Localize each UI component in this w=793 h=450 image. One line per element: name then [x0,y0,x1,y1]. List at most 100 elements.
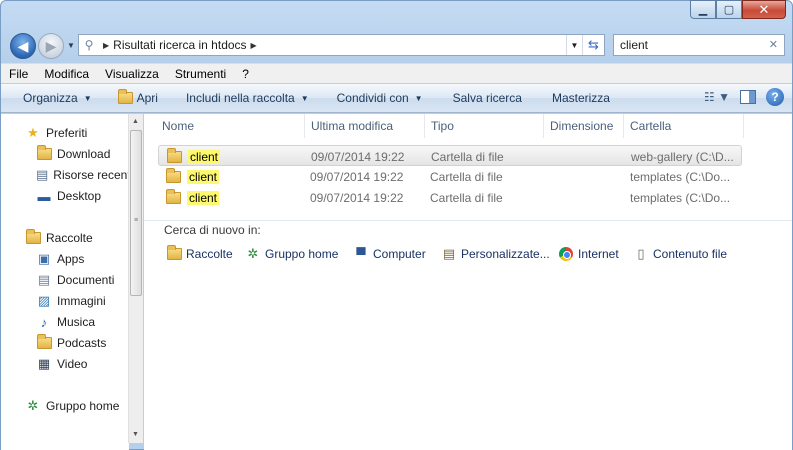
column-headers: Nome Ultima modifica Tipo Dimensione Car… [144,114,792,138]
column-header-name[interactable]: Nome [156,114,305,138]
navigation-pane-scrollbar[interactable]: ▲ ≡ ▼ [128,114,143,443]
search-again-custom[interactable]: ▤ Personalizzate... [441,244,550,264]
homegroup-icon: ✲ [247,246,259,261]
include-label: Includi nella raccolta [185,91,295,105]
nav-libraries-label: Raccolte [46,231,93,245]
search-input[interactable]: client [620,38,648,52]
search-again-libraries[interactable]: Raccolte [166,244,233,264]
menu-tools[interactable]: Strumenti [167,67,234,81]
chrome-icon [558,246,574,262]
column-header-folder[interactable]: Cartella [624,114,744,138]
nav-libraries[interactable]: Raccolte [1,228,129,248]
maximize-button[interactable]: ▢ [716,0,742,19]
star-icon: ★ [27,125,39,140]
save-search-button[interactable]: Salva ricerca [443,91,532,105]
row-name-cell: client [166,166,306,187]
libraries-icon [25,229,41,246]
menu-edit[interactable]: Modifica [36,67,97,81]
forward-button[interactable]: ▶ [38,33,64,59]
address-bar[interactable]: ⚲ ▶ Risultati ricerca in htdocs ▶ ▼ ⇆ [78,34,605,56]
nav-item-download[interactable]: Download [1,144,129,164]
search-again-internet[interactable]: Internet [558,244,619,264]
homegroup-icon: ✲ [27,398,39,413]
nav-item-video[interactable]: ▦ Video [1,354,129,374]
nav-item-desktop[interactable]: ▬ Desktop [1,186,129,206]
menu-help[interactable]: ? [234,67,257,81]
row-name-cell: client [166,187,306,208]
folder-icon [166,188,181,204]
breadcrumb-search-results[interactable]: Risultati ricerca in htdocs [113,38,246,52]
refresh-icon[interactable]: ⇆ [582,35,604,55]
nav-item-apps[interactable]: ▣ Apps [1,249,129,269]
open-button[interactable]: Apri [108,89,168,105]
nav-item-label: Documenti [57,273,115,287]
column-header-type[interactable]: Tipo [425,114,544,138]
search-again-file-contents[interactable]: ▯ Contenuto file [633,244,727,264]
nav-item-recent[interactable]: ▤ Risorse recenti [1,165,129,185]
breadcrumb-separator-icon[interactable]: ▶ [103,41,109,50]
caption-buttons: ▁ ▢ ✕ [690,0,786,20]
search-again-computer[interactable]: ▀ Computer [353,244,425,264]
scroll-up-icon[interactable]: ▲ [132,118,139,125]
address-history-dropdown[interactable]: ▼ [566,35,582,55]
podcasts-folder-icon [36,334,52,351]
nav-item-documents[interactable]: ▤ Documenti [1,270,129,290]
nav-item-music[interactable]: ♪ Musica [1,312,129,332]
nav-item-label: Risorse recenti [53,168,129,182]
search-again-homegroup[interactable]: ✲ Gruppo home [245,244,339,264]
folder-icon [166,167,181,183]
burn-button[interactable]: Masterizza [542,91,620,105]
search-again-label-libraries: Raccolte [186,247,233,261]
nav-item-pictures[interactable]: ▨ Immagini [1,291,129,311]
divider [144,220,792,221]
include-in-library-button[interactable]: Includi nella raccolta ▼ [176,91,319,105]
share-label: Condividi con [336,91,409,105]
search-box[interactable]: client ✕ [613,34,785,56]
chevron-down-icon: ▼ [300,93,309,103]
table-row[interactable]: client 09/07/2014 19:22 Cartella di file… [158,187,742,208]
nav-homegroup[interactable]: ✲ Gruppo home [1,396,129,416]
share-with-button[interactable]: Condividi con ▼ [327,91,433,105]
folder-open-icon [117,89,133,104]
table-row[interactable]: client 09/07/2014 19:22 Cartella di file… [158,145,742,166]
nav-favorites-label: Preferiti [46,126,88,140]
column-header-modified[interactable]: Ultima modifica [305,114,425,138]
libraries-icon [166,245,182,262]
desktop-icon: ▬ [37,188,51,204]
back-button[interactable]: ◀ [10,33,36,59]
search-results-icon: ⚲ [84,38,94,52]
breadcrumb-separator-icon[interactable]: ▶ [251,41,257,50]
nav-item-label: Apps [57,252,85,266]
search-again-label-internet: Internet [578,247,619,261]
nav-item-podcasts[interactable]: Podcasts [1,333,129,353]
menu-view[interactable]: Visualizza [97,67,167,81]
table-row[interactable]: client 09/07/2014 19:22 Cartella di file… [158,166,742,187]
change-view-icon[interactable]: ☷ ▼ [704,90,730,104]
row-modified: 09/07/2014 19:22 [311,149,405,164]
nav-item-label: Musica [57,315,96,329]
scrollbar-thumb[interactable]: ≡ [130,130,142,296]
grip-icon: ≡ [134,217,139,224]
nav-homegroup-label: Gruppo home [46,399,120,413]
menu-file[interactable]: File [1,67,36,81]
downloads-folder-icon [36,145,52,162]
nav-favorites[interactable]: ★ Preferiti [1,123,129,143]
preview-pane-icon[interactable] [740,90,756,104]
help-icon[interactable]: ? [766,88,784,106]
close-button[interactable]: ✕ [742,0,786,19]
column-header-size[interactable]: Dimensione [544,114,624,138]
row-modified: 09/07/2014 19:22 [310,190,404,205]
navigation-pane: ★ Preferiti Download ▤ Risorse recenti ▬… [1,114,129,450]
organize-button[interactable]: Organizza ▼ [1,91,102,105]
command-bar: Organizza ▼ Apri Includi nella raccolta ▼ … [1,84,792,113]
minimize-button[interactable]: ▁ [690,0,716,19]
documents-icon: ▤ [37,272,51,287]
custom-folder-icon: ▤ [442,246,456,261]
nav-item-label: Download [57,147,111,161]
row-size [550,166,628,187]
nav-item-label: Podcasts [57,336,107,350]
recent-pages-dropdown[interactable]: ▼ [67,41,75,50]
chevron-down-icon: ▼ [414,93,423,103]
clear-search-icon[interactable]: ✕ [769,38,778,51]
scroll-down-icon[interactable]: ▼ [132,431,139,438]
